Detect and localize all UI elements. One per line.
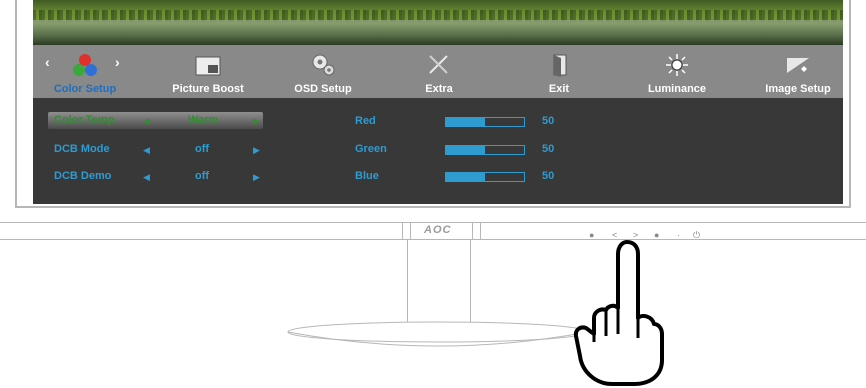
slider-fill [446,118,485,126]
sun-icon [666,54,688,76]
tab-label: Luminance [647,83,707,95]
red-slider[interactable] [445,117,525,127]
tab-label: OSD Setup [294,83,352,95]
setting-label-dcb-demo: DCB Demo [54,170,112,182]
tab-picture-boost[interactable]: Picture Boost [163,45,253,98]
divider [402,222,403,240]
color-balls-icon [73,54,97,76]
tab-color-setup[interactable]: Color Setup [45,45,125,98]
stand-neck [407,240,471,328]
setting-label: Color Temp. [54,114,118,126]
setting-label-dcb-mode: DCB Mode [54,143,110,155]
tab-exit[interactable]: Exit [519,45,599,98]
rgb-value-red: 50 [542,115,555,127]
rgb-label-blue: Blue [355,170,379,182]
logo-area: AOC [402,222,488,240]
gears-icon [312,54,335,76]
setting-value-dcb-mode[interactable]: off [195,143,209,155]
osd-menu-bar: ‹ › Color Setup Picture Boost OSD Setup … [33,45,843,98]
slider-fill [446,173,485,181]
blue-slider[interactable] [445,172,525,182]
tab-label: Image Setup [765,83,831,95]
photo-water [33,20,843,45]
power-button-icon[interactable]: ⏻ [693,230,700,241]
power-led-icon: · [677,230,680,240]
settings-panel: Color Temp. ◀ Warm ▶ DCB Mode ◀ off ▶ DC… [33,98,843,204]
background-photo [33,0,843,45]
decrease-arrow-icon[interactable]: ◀ [143,116,150,127]
selected-row-highlight[interactable]: Color Temp. ◀ Warm ▶ [48,112,263,129]
increase-arrow-icon[interactable]: ▶ [253,116,260,127]
monitor: ‹ › Color Setup Picture Boost OSD Setup … [0,0,866,240]
setting-value: Warm [188,114,219,126]
green-slider[interactable] [445,145,525,155]
tab-image-setup[interactable]: Image Setup [753,45,843,98]
tools-icon [429,55,448,74]
setting-value-dcb-demo[interactable]: off [195,170,209,182]
tab-osd-setup[interactable]: OSD Setup [283,45,363,98]
rgb-label-green: Green [355,143,387,155]
divider [410,222,411,240]
tab-label: Extra [425,83,453,95]
door-exit-icon [553,54,567,77]
decrease-arrow-icon[interactable]: ◀ [143,145,150,156]
tab-label: Exit [548,83,570,95]
decrease-arrow-icon[interactable]: ◀ [143,172,150,183]
tab-luminance[interactable]: Luminance [637,45,717,98]
brand-logo: AOC [424,224,452,236]
divider [472,222,473,240]
image-setup-icon [787,58,809,73]
increase-arrow-icon[interactable]: ▶ [253,172,260,183]
pointing-hand-icon [573,240,664,386]
slider-fill [446,146,485,154]
picture-boost-icon [195,56,221,76]
increase-arrow-icon[interactable]: ▶ [253,145,260,156]
divider [480,222,481,240]
osd-screen: ‹ › Color Setup Picture Boost OSD Setup … [33,0,843,204]
stand-base [287,321,589,347]
tab-extra[interactable]: Extra [399,45,479,98]
rgb-value-blue: 50 [542,170,555,182]
tab-label: Color Setup [53,83,117,95]
rgb-label-red: Red [355,115,376,127]
tab-label: Picture Boost [172,83,244,95]
rgb-value-green: 50 [542,143,555,155]
